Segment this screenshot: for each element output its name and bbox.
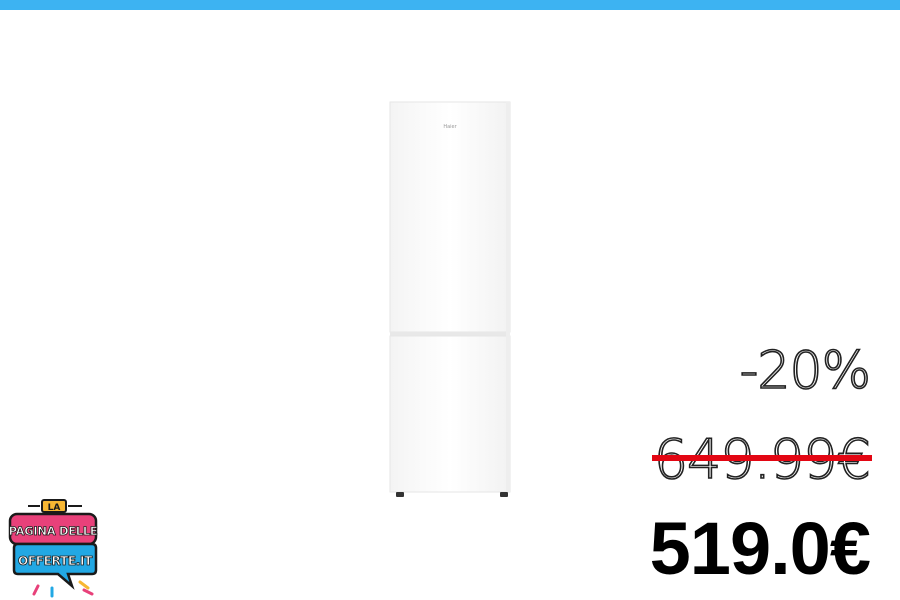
product-image: Haier — [388, 100, 514, 500]
new-price: 519.0€ — [649, 507, 871, 590]
old-price: 649.99€ — [651, 427, 872, 492]
logo-line-1: LA — [48, 503, 61, 513]
strikethrough-line — [651, 455, 872, 461]
brand-mark: Haier — [443, 124, 457, 130]
discount-badge: -20% — [739, 340, 872, 402]
top-accent-bar — [0, 0, 900, 10]
fridge-icon: Haier — [389, 101, 511, 497]
logo-line-3: OFFERTE.IT — [18, 554, 93, 568]
logo-line-2: PAGINA DELLE — [9, 524, 98, 538]
brand-logo: LA PAGINA DELLE OFFERTE.IT — [8, 498, 104, 598]
